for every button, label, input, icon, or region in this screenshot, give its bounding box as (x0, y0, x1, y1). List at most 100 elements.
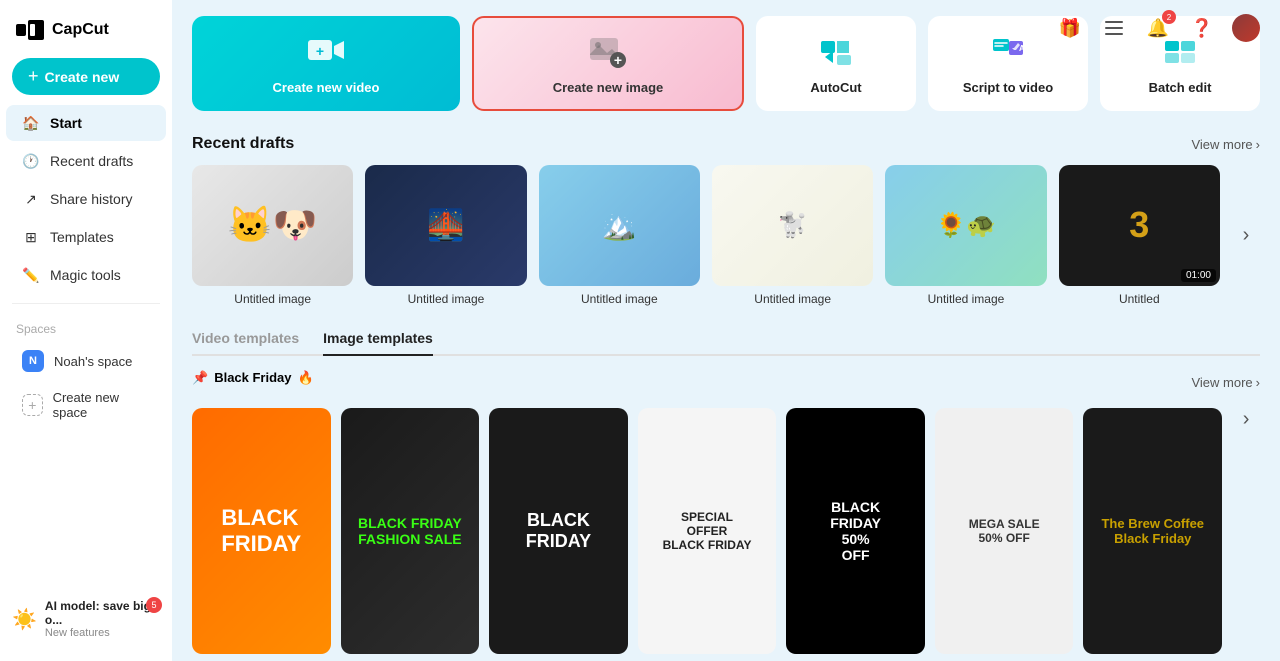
notification-count: 2 (1162, 10, 1176, 24)
template-thumbnail: The Brew CoffeeBlack Friday (1083, 408, 1222, 654)
draft-thumbnail: 🌉 (365, 165, 526, 286)
sidebar-item-start[interactable]: 🏠 Start (6, 105, 166, 141)
video-duration-badge: 01:00 (1181, 269, 1216, 282)
drafts-next-button[interactable]: › (1232, 165, 1260, 306)
ai-banner-subtitle: New features (45, 627, 160, 639)
autocut-icon (816, 32, 856, 72)
menu-icon[interactable] (1100, 14, 1128, 42)
template-item[interactable]: The Brew CoffeeBlack Friday Black Friday… (1083, 408, 1222, 661)
spaces-label: Spaces (0, 314, 172, 340)
chevron-right-icon: › (1256, 375, 1260, 390)
user-avatar[interactable] (1232, 14, 1260, 42)
draft-label: Untitled image (192, 292, 353, 306)
draft-item[interactable]: 🐱🐶 Untitled image (192, 165, 353, 306)
template-item[interactable]: BLACKFRIDAY Black Friday Instagram Story (489, 408, 628, 661)
sidebar-divider (12, 303, 160, 304)
ai-banner-title: AI model: save big o... (45, 599, 160, 627)
create-video-card[interactable]: + Create new video (192, 16, 460, 111)
template-thumbnail: BLACKFRIDAY50%OFF (786, 408, 925, 654)
recent-drafts-view-more[interactable]: View more › (1191, 137, 1260, 152)
draft-label: Untitled image (712, 292, 873, 306)
fire-icon: 🔥 (298, 370, 314, 386)
template-item[interactable]: SPECIALOFFERBLACK FRIDAY Fashion Black F… (638, 408, 777, 661)
draft-label: Untitled image (539, 292, 700, 306)
pin-icon: 📌 (192, 370, 208, 386)
draft-label: Untitled image (885, 292, 1046, 306)
svg-text:AI: AI (1019, 44, 1027, 53)
tab-video-templates[interactable]: Video templates (192, 330, 299, 356)
black-friday-label: 📌 Black Friday 🔥 (192, 370, 314, 386)
share-icon: ↗ (22, 190, 40, 208)
create-space-icon: + (22, 394, 43, 416)
templates-icon: ⊞ (22, 228, 40, 246)
app-logo: CapCut (0, 12, 172, 56)
sidebar-item-share-history[interactable]: ↗ Share history (6, 181, 166, 217)
template-item[interactable]: BLACKFRIDAY50%OFF Black Friday Instagram… (786, 408, 925, 661)
help-icon[interactable]: ❓ (1188, 14, 1216, 42)
svg-text:+: + (614, 52, 622, 68)
template-item[interactable]: BLACKFRIDAY Black Friday Workout & Fitne… (192, 408, 331, 661)
create-new-button[interactable]: + Create new (12, 58, 160, 95)
draft-item[interactable]: 🏔️ Untitled image (539, 165, 700, 306)
template-thumbnail: MEGA SALE50% OFF (935, 408, 1074, 654)
sidebar-item-create-space[interactable]: + Create new space (6, 382, 166, 428)
draft-thumbnail: 🏔️ (539, 165, 700, 286)
template-item[interactable]: MEGA SALE50% OFF Black Friday Modern Sal… (935, 408, 1074, 661)
magic-icon: ✏️ (22, 266, 40, 284)
recent-drafts-header: Recent drafts View more › (192, 135, 1260, 153)
draft-item[interactable]: 🐩 Untitled image (712, 165, 873, 306)
create-video-label: Create new video (273, 80, 380, 95)
sun-icon: ☀️ (12, 607, 37, 632)
recent-drafts-row: 🐱🐶 Untitled image 🌉 Untitled image 🏔️ Un… (192, 165, 1260, 306)
draft-item[interactable]: 🌻🐢 Untitled image (885, 165, 1046, 306)
draft-label: Untitled (1059, 292, 1220, 306)
home-icon: 🏠 (22, 114, 40, 132)
create-image-card[interactable]: + Create new image (472, 16, 744, 111)
topbar-icons: 🎁 🔔 2 ❓ (1056, 14, 1260, 42)
plus-icon: + (28, 66, 39, 87)
template-tabs: Video templates Image templates (192, 330, 1260, 356)
svg-text:+: + (316, 43, 324, 59)
templates-section-header: 📌 Black Friday 🔥 View more › (192, 370, 1260, 396)
templates-row: BLACKFRIDAY Black Friday Workout & Fitne… (192, 408, 1260, 661)
draft-label: Untitled image (365, 292, 526, 306)
draft-item[interactable]: 3 01:00 Untitled (1059, 165, 1220, 306)
template-thumbnail: BLACK FRIDAYFASHION SALE (341, 408, 480, 654)
tab-image-templates[interactable]: Image templates (323, 330, 433, 356)
create-image-icon: + (588, 32, 628, 72)
app-name: CapCut (52, 21, 109, 39)
template-item[interactable]: BLACK FRIDAYFASHION SALE Black Friday Fa… (341, 408, 480, 661)
main-content: 🎁 🔔 2 ❓ + Create new video (172, 0, 1280, 661)
ai-banner[interactable]: ☀️ AI model: save big o... New features … (0, 589, 172, 649)
bell-icon[interactable]: 🔔 2 (1144, 14, 1172, 42)
autocut-label: AutoCut (810, 80, 861, 95)
autocut-card[interactable]: AutoCut (756, 16, 916, 111)
draft-thumbnail: 🐱🐶 (192, 165, 353, 286)
sidebar: CapCut + Create new 🏠 Start 🕐 Recent dra… (0, 0, 172, 661)
template-thumbnail: BLACKFRIDAY (192, 408, 331, 654)
lines-icon (1105, 19, 1123, 37)
batch-edit-label: Batch edit (1149, 80, 1212, 95)
draft-thumbnail: 3 01:00 (1059, 165, 1220, 286)
template-thumbnail: BLACKFRIDAY (489, 408, 628, 654)
sidebar-item-noahs-space[interactable]: N Noah's space (6, 342, 166, 380)
script-to-video-icon: AI (988, 32, 1028, 72)
template-thumbnail: SPECIALOFFERBLACK FRIDAY (638, 408, 777, 654)
create-video-icon: + (306, 32, 346, 72)
templates-next-button[interactable]: › (1232, 408, 1260, 431)
gift-icon[interactable]: 🎁 (1056, 14, 1084, 42)
draft-thumbnail: 🌻🐢 (885, 165, 1046, 286)
recent-drafts-title: Recent drafts (192, 135, 294, 153)
sidebar-item-templates[interactable]: ⊞ Templates (6, 219, 166, 255)
script-to-video-label: Script to video (963, 80, 1053, 95)
capcut-logo-icon (16, 20, 44, 40)
create-image-label: Create new image (553, 80, 664, 95)
sidebar-item-recent-drafts[interactable]: 🕐 Recent drafts (6, 143, 166, 179)
chevron-right-icon: › (1256, 137, 1260, 152)
noahs-space-avatar: N (22, 350, 44, 372)
sidebar-item-magic-tools[interactable]: ✏️ Magic tools (6, 257, 166, 293)
ai-banner-badge: 5 (146, 597, 162, 613)
templates-view-more[interactable]: View more › (1191, 375, 1260, 390)
draft-item[interactable]: 🌉 Untitled image (365, 165, 526, 306)
draft-thumbnail: 🐩 (712, 165, 873, 286)
